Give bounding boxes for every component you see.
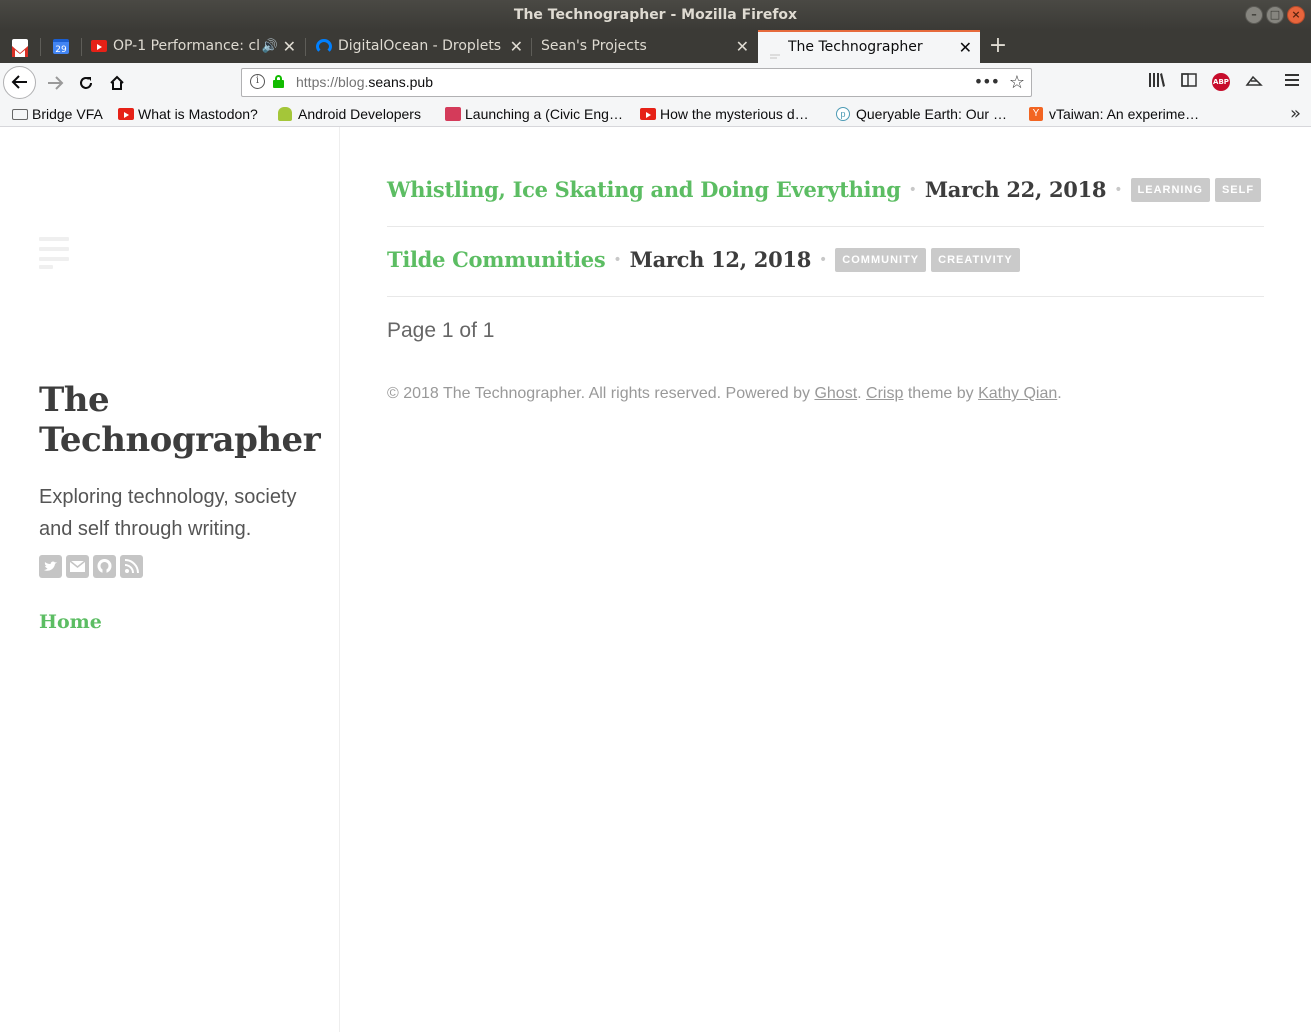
- home-button[interactable]: [102, 68, 132, 98]
- youtube-icon: [640, 108, 656, 120]
- window-title: The Technographer - Mozilla Firefox: [513, 7, 798, 23]
- tab-technographer[interactable]: The Technographer ✕: [758, 30, 980, 63]
- ghost-link[interactable]: Ghost: [814, 385, 857, 402]
- post-date: March 22, 2018: [924, 177, 1107, 202]
- new-tab-button[interactable]: +: [986, 30, 1010, 63]
- separator-dot: •: [1114, 181, 1123, 198]
- twitter-icon[interactable]: [39, 555, 62, 578]
- ycombinator-icon: Y: [1029, 107, 1043, 121]
- gmail-icon: [12, 39, 28, 57]
- tab-title: Sean's Projects: [541, 38, 647, 54]
- technographer-icon: [770, 43, 780, 59]
- minimize-icon[interactable]: –: [1245, 6, 1263, 24]
- tab-strip: 29 OP-1 Performance: cl 🔊 ✕ DigitalOcean…: [0, 30, 1311, 63]
- maximize-icon[interactable]: □: [1266, 6, 1284, 24]
- tab-calendar[interactable]: 29: [41, 30, 81, 63]
- social-links: [39, 555, 143, 578]
- page-footer: © 2018 The Technographer. All rights res…: [387, 385, 1062, 403]
- bookmarks-toolbar: Bridge VFA What is Mastodon? Android Dev…: [0, 102, 1311, 127]
- close-window-icon[interactable]: ×: [1287, 6, 1305, 24]
- civic-icon: [445, 107, 461, 121]
- reload-button[interactable]: [71, 68, 101, 98]
- info-icon[interactable]: i: [250, 74, 265, 89]
- crisp-link[interactable]: Crisp: [866, 385, 903, 402]
- footer-theme-by: theme by: [903, 385, 979, 402]
- forward-button[interactable]: [40, 68, 70, 98]
- nav-home-link[interactable]: Home: [39, 611, 102, 633]
- tab-seans-projects[interactable]: Sean's Projects ✕: [532, 30, 757, 63]
- post-list: Whistling, Ice Skating and Doing Everyth…: [387, 127, 1264, 402]
- post-item: Tilde Communities • March 12, 2018 • COM…: [387, 227, 1264, 297]
- lock-icon[interactable]: [273, 75, 284, 88]
- bookmark-label: How the mysterious d…: [660, 106, 809, 122]
- post-item: Whistling, Ice Skating and Doing Everyth…: [387, 157, 1264, 227]
- page-actions-icon[interactable]: •••: [974, 69, 1000, 94]
- close-tab-icon[interactable]: ✕: [959, 32, 972, 63]
- web-page: The Technographer Exploring technology, …: [0, 127, 1311, 1032]
- bookmarks-overflow-chevron-icon[interactable]: »: [1290, 102, 1301, 126]
- window-controls: – □ ×: [1245, 6, 1305, 24]
- android-icon: [278, 107, 292, 121]
- github-icon[interactable]: [93, 555, 116, 578]
- separator-dot: •: [908, 181, 917, 198]
- back-button[interactable]: [3, 66, 36, 99]
- bookmark-label: Bridge VFA: [32, 106, 103, 122]
- sidebar-toggle-icon[interactable]: [1180, 72, 1198, 92]
- youtube-icon: [91, 40, 107, 52]
- tag-learning[interactable]: LEARNING: [1130, 177, 1210, 202]
- window-titlebar: The Technographer - Mozilla Firefox – □ …: [0, 0, 1311, 30]
- bookmark-label: Queryable Earth: Our …: [856, 106, 1007, 122]
- blog-title[interactable]: The Technographer: [39, 380, 329, 460]
- reload-icon: [80, 77, 92, 89]
- separator-dot: •: [613, 251, 622, 268]
- pagination-text: Page 1 of 1: [387, 319, 495, 342]
- navigation-toolbar: i https://blog.seans.pub ••• ☆ ABP 1: [0, 63, 1311, 144]
- blog-description: Exploring technology, society and self t…: [39, 486, 297, 540]
- post-date: March 12, 2018: [629, 247, 812, 272]
- adblock-plus-icon[interactable]: ABP: [1212, 73, 1230, 91]
- bookmark-label: vTaiwan: An experime…: [1049, 106, 1200, 122]
- post-title-link[interactable]: Tilde Communities: [387, 247, 606, 272]
- hamburger-menu-icon[interactable]: [1282, 72, 1302, 92]
- separator-dot: •: [819, 251, 828, 268]
- footer-end: .: [1057, 385, 1062, 402]
- bookmark-label: What is Mastodon?: [138, 106, 258, 122]
- tab-digitalocean[interactable]: DigitalOcean - Droplets ✕: [306, 30, 531, 63]
- footer-copyright: © 2018 The Technographer. All rights res…: [387, 385, 815, 402]
- queryable-icon: p: [836, 107, 850, 121]
- tag-creativity[interactable]: CREATIVITY: [931, 247, 1020, 272]
- bookmark-label: Android Developers: [298, 106, 421, 122]
- tab-gmail[interactable]: [0, 30, 40, 63]
- youtube-icon: [118, 108, 134, 120]
- blog-sidebar: The Technographer Exploring technology, …: [0, 127, 340, 1032]
- extension-icon[interactable]: [1244, 72, 1264, 92]
- tab-title: DigitalOcean - Droplets: [338, 38, 502, 54]
- tab-title: The Technographer: [788, 39, 923, 55]
- footer-separator: .: [857, 385, 867, 402]
- post-title-link[interactable]: Whistling, Ice Skating and Doing Everyth…: [387, 177, 901, 202]
- url-text[interactable]: https://blog.seans.pub: [296, 69, 433, 96]
- folder-icon: [12, 109, 28, 120]
- close-tab-icon[interactable]: ✕: [736, 30, 749, 63]
- url-bar[interactable]: i https://blog.seans.pub ••• ☆: [241, 68, 1032, 97]
- menu-icon[interactable]: [39, 237, 69, 269]
- email-icon[interactable]: [66, 555, 89, 578]
- rss-icon[interactable]: [120, 555, 143, 578]
- bookmark-label: Launching a (Civic Eng…: [465, 106, 623, 122]
- tag-self[interactable]: SELF: [1214, 177, 1262, 202]
- home-icon: [110, 75, 124, 90]
- close-tab-icon[interactable]: ✕: [283, 30, 296, 63]
- close-tab-icon[interactable]: ✕: [510, 30, 523, 63]
- tab-title: OP-1 Performance: cl: [113, 38, 261, 54]
- speaker-icon[interactable]: 🔊: [262, 30, 278, 63]
- library-icon[interactable]: [1148, 72, 1166, 92]
- digitalocean-icon: [316, 39, 332, 54]
- bookmark-star-icon[interactable]: ☆: [1009, 69, 1025, 96]
- tag-community[interactable]: COMMUNITY: [835, 247, 927, 272]
- author-link[interactable]: Kathy Qian: [978, 385, 1057, 402]
- tab-op1[interactable]: OP-1 Performance: cl 🔊 ✕: [82, 30, 304, 63]
- forward-arrow-icon: [48, 76, 64, 90]
- back-arrow-icon: [11, 75, 27, 89]
- calendar-icon: 29: [53, 39, 69, 55]
